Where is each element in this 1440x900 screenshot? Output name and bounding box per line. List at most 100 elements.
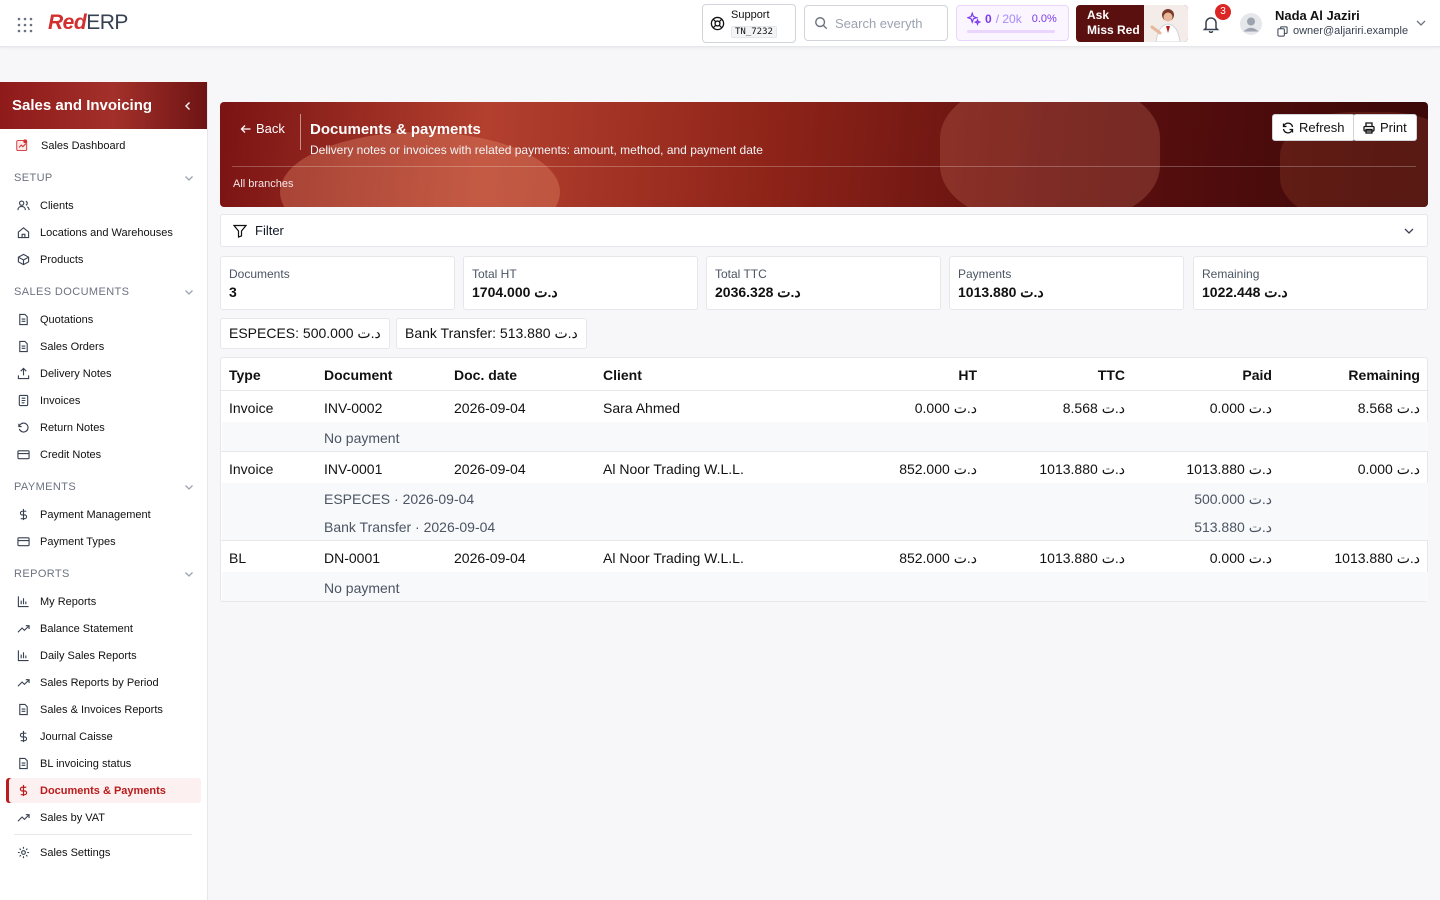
sidebar-item-locations[interactable]: Locations and Warehouses <box>6 220 201 245</box>
chevron-down-icon <box>184 173 194 183</box>
refresh-button[interactable]: Refresh <box>1272 114 1355 141</box>
section-label: SETUP <box>14 172 53 184</box>
stat-card-payments: Payments 1013.880 د.ت <box>949 256 1184 310</box>
credit-card-icon <box>17 448 30 461</box>
sidebar-item-label: Balance Statement <box>40 622 133 635</box>
payment-line-label: Bank Transfer · 2026-09-04 <box>324 519 496 535</box>
sidebar-item-label: Sales Settings <box>40 846 111 859</box>
column-header-document[interactable]: Document <box>324 367 392 383</box>
support-button[interactable]: Support TN_7232 <box>702 4 796 43</box>
sidebar-item-my-reports[interactable]: My Reports <box>6 589 201 614</box>
cell-ttc: 1013.880 د.ت <box>1039 550 1125 566</box>
sidebar-item-daily-sales[interactable]: Daily Sales Reports <box>6 643 201 668</box>
column-header-remaining[interactable]: Remaining <box>1348 367 1420 383</box>
sidebar-item-journal-caisse[interactable]: Journal Caisse <box>6 724 201 749</box>
column-header-ttc[interactable]: TTC <box>1098 367 1125 383</box>
sidebar-item-products[interactable]: Products <box>6 247 201 272</box>
branch-scope: All branches <box>233 178 294 190</box>
column-header-client[interactable]: Client <box>603 367 642 383</box>
sidebar-item-label: Documents & Payments <box>40 784 166 797</box>
stat-value: 3 <box>229 284 237 300</box>
sidebar-item-sales-by-vat[interactable]: Sales by VAT <box>6 805 201 830</box>
column-header-ht[interactable]: HT <box>958 367 977 383</box>
sidebar-item-clients[interactable]: Clients <box>6 193 201 218</box>
sidebar-item-delivery-notes[interactable]: Delivery Notes <box>6 361 201 386</box>
cell-ttc: 1013.880 د.ت <box>1039 461 1125 477</box>
logo-erp-text: ERP <box>86 11 128 34</box>
app-logo[interactable]: Red ERP <box>48 10 128 36</box>
payment-line-label: ESPECES · 2026-09-04 <box>324 491 475 507</box>
cell-document-link[interactable]: DN-0001 <box>324 550 380 566</box>
upload-icon <box>17 367 30 380</box>
sidebar-item-bl-invoicing[interactable]: BL invoicing status <box>6 751 201 776</box>
print-button[interactable]: Print <box>1353 114 1417 141</box>
column-header-type[interactable]: Type <box>229 367 261 383</box>
user-email: owner@aljariri.example <box>1293 25 1409 37</box>
sparkle-icon <box>967 12 981 26</box>
user-avatar-icon[interactable] <box>1240 13 1262 35</box>
section-payments[interactable]: PAYMENTS <box>14 481 194 493</box>
sidebar-item-invoices[interactable]: Invoices <box>6 388 201 413</box>
method-total-bank-transfer: Bank Transfer: 513.880 د.ت <box>396 318 587 349</box>
stat-card-remaining: Remaining 1022.448 د.ت <box>1193 256 1428 310</box>
assistant-avatar-icon <box>1144 5 1188 42</box>
sidebar-item-label: BL invoicing status <box>40 757 132 770</box>
sidebar-item-sales-settings[interactable]: Sales Settings <box>6 840 201 865</box>
sidebar-item-sales-by-period[interactable]: Sales Reports by Period <box>6 670 201 695</box>
back-label: Back <box>256 121 285 136</box>
cell-type: Invoice <box>229 461 274 477</box>
section-setup[interactable]: SETUP <box>14 172 194 184</box>
payment-line-amount: 500.000 د.ت <box>1194 491 1272 507</box>
lifebuoy-icon <box>710 16 725 31</box>
cell-paid: 0.000 د.ت <box>1209 550 1272 566</box>
sidebar-item-payment-types[interactable]: Payment Types <box>6 529 201 554</box>
ask-miss-red-button[interactable]: Ask Miss Red <box>1076 5 1188 42</box>
sidebar-item-label: Invoices <box>40 394 81 407</box>
support-label: Support <box>731 9 770 21</box>
users-icon <box>17 199 30 212</box>
global-search[interactable] <box>804 5 948 41</box>
page-subtitle: Delivery notes or invoices with related … <box>310 143 763 157</box>
sidebar-item-label: Sales Dashboard <box>41 139 126 152</box>
filter-panel-toggle[interactable]: Filter <box>220 214 1428 247</box>
cell-document-link[interactable]: INV-0001 <box>324 461 382 477</box>
search-input[interactable] <box>835 15 935 31</box>
cell-document-link[interactable]: INV-0002 <box>324 400 382 416</box>
filter-icon <box>233 224 247 238</box>
ai-token-usage[interactable]: 0 / 20k 0.0% <box>956 5 1069 41</box>
sidebar-item-credit-notes[interactable]: Credit Notes <box>6 442 201 467</box>
dashboard-icon <box>16 139 29 152</box>
section-reports[interactable]: REPORTS <box>14 568 194 580</box>
user-menu-chevron-icon[interactable] <box>1415 17 1427 29</box>
chevron-down-icon <box>184 569 194 579</box>
sidebar-item-return-notes[interactable]: Return Notes <box>6 415 201 440</box>
stat-value: 2036.328 د.ت <box>715 284 801 300</box>
cell-date: 2026-09-04 <box>454 461 526 477</box>
sidebar-item-documents-payments[interactable]: Documents & Payments <box>6 778 201 803</box>
sidebar-item-payment-management[interactable]: Payment Management <box>6 502 201 527</box>
apps-grid-icon[interactable] <box>16 16 34 34</box>
sidebar-item-sales-orders[interactable]: Sales Orders <box>6 334 201 359</box>
header-divider <box>221 390 1427 391</box>
printer-icon <box>1363 121 1375 134</box>
column-header-date[interactable]: Doc. date <box>454 367 517 383</box>
sidebar-divider <box>14 834 192 835</box>
sidebar-item-sales-invoices-reports[interactable]: Sales & Invoices Reports <box>6 697 201 722</box>
sidebar-item-label: Products <box>40 253 84 266</box>
sidebar-item-balance-statement[interactable]: Balance Statement <box>6 616 201 641</box>
cell-paid: 0.000 د.ت <box>1209 400 1272 416</box>
sidebar-item-quotations[interactable]: Quotations <box>6 307 201 332</box>
receipt-icon <box>17 394 30 407</box>
collapse-sidebar-icon[interactable] <box>183 101 193 111</box>
page-header-banner: Back Documents & payments Delivery notes… <box>220 102 1428 207</box>
copy-icon[interactable] <box>1277 25 1288 37</box>
cell-ht: 852.000 د.ت <box>899 550 977 566</box>
column-header-paid[interactable]: Paid <box>1242 367 1272 383</box>
section-sales-documents[interactable]: SALES DOCUMENTS <box>14 286 194 298</box>
cell-client: Al Noor Trading W.L.L. <box>603 550 744 566</box>
box-icon <box>17 253 30 266</box>
tokens-used: 0 <box>985 12 992 26</box>
sidebar-item-sales-dashboard[interactable]: Sales Dashboard <box>6 133 201 158</box>
no-payment-text: No payment <box>324 430 400 446</box>
back-button[interactable]: Back <box>240 121 285 136</box>
